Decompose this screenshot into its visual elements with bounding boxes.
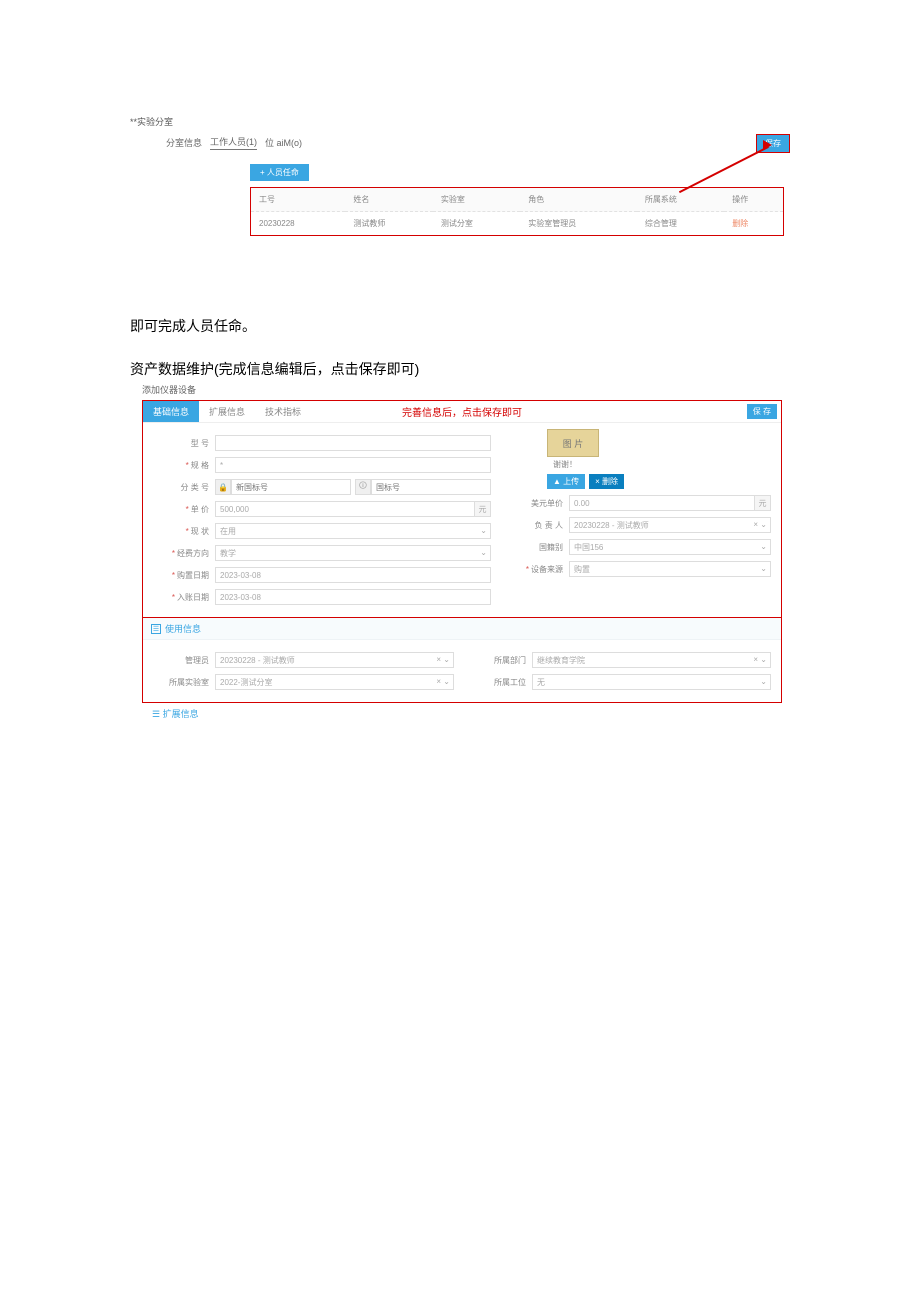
label-indate: 入账日期 xyxy=(153,592,209,603)
catno-old-input[interactable] xyxy=(371,479,491,495)
delete-link[interactable]: 删除 xyxy=(732,219,748,228)
cell-name: 测试教师 xyxy=(345,212,432,236)
model-input[interactable] xyxy=(215,435,491,451)
ext-section-header: ☰ 扩展信息 xyxy=(142,703,790,724)
country-select[interactable] xyxy=(569,539,771,555)
site-select[interactable] xyxy=(532,674,771,690)
spec-input[interactable] xyxy=(215,457,491,473)
tab-bim[interactable]: 位 aiM(o) xyxy=(265,136,302,149)
label-owner: 负 责 人 xyxy=(507,520,563,531)
info-icon: 🛈 xyxy=(355,479,371,495)
buydate-input[interactable] xyxy=(215,567,491,583)
unit-yuan: 元 xyxy=(475,501,491,517)
label-dept: 所属部门 xyxy=(470,655,526,666)
source-select[interactable] xyxy=(569,561,771,577)
label-catno: 分 类 号 xyxy=(153,482,209,493)
use-section-title: 使用信息 xyxy=(165,622,201,635)
tab-workers[interactable]: 工作人员(1) xyxy=(210,134,257,150)
col-role: 角色 xyxy=(520,188,637,212)
lock-icon: 🔒 xyxy=(215,479,231,495)
body-text-2: 资产数据维护(完成信息编辑后，点击保存即可) xyxy=(130,359,790,379)
breadcrumb: 添加仪器设备 xyxy=(142,383,790,396)
table-header-row: 工号 姓名 实验室 角色 所属系统 操作 xyxy=(251,188,784,212)
body-text-1: 即可完成人员任命。 xyxy=(130,314,790,339)
save-button[interactable]: 保存 xyxy=(757,135,789,152)
save-hint: 完善信息后，点击保存即可 xyxy=(402,404,522,419)
label-price: 单 价 xyxy=(153,504,209,515)
label-country: 国籍别 xyxy=(507,542,563,553)
label-spec: 规 格 xyxy=(153,460,209,471)
label-site: 所属工位 xyxy=(470,677,526,688)
use-section-header: ☰ 使用信息 xyxy=(143,617,781,640)
usd-input[interactable] xyxy=(569,495,755,511)
label-buydate: 购置日期 xyxy=(153,570,209,581)
tab-tech[interactable]: 技术指标 xyxy=(255,401,311,422)
label-usd: 美元单价 xyxy=(507,498,563,509)
col-system: 所属系统 xyxy=(637,188,724,212)
tab-room-info[interactable]: 分室信息 xyxy=(166,136,202,149)
label-manager: 管理员 xyxy=(153,655,209,666)
status-select[interactable] xyxy=(215,523,491,539)
col-name: 姓名 xyxy=(345,188,432,212)
funding-select[interactable] xyxy=(215,545,491,561)
manager-select[interactable] xyxy=(215,652,454,668)
remove-image-button[interactable]: × 删除 xyxy=(589,474,624,489)
price-input[interactable] xyxy=(215,501,475,517)
label-model: 型 号 xyxy=(153,438,209,449)
label-funding: 经费方向 xyxy=(153,548,209,559)
panel-title: **实验分室 xyxy=(130,115,790,128)
image-placeholder: 图 片 xyxy=(547,429,599,457)
tab-extended[interactable]: 扩展信息 xyxy=(199,401,255,422)
add-person-button[interactable]: + 人员任命 xyxy=(250,164,309,181)
use-lab-select[interactable] xyxy=(215,674,454,690)
table-row: 20230228 测试教师 测试分室 实验室管理员 综合管理 删除 xyxy=(251,212,784,236)
catno-new-input[interactable] xyxy=(231,479,351,495)
list-icon: ☰ xyxy=(151,624,161,634)
form-save-button[interactable]: 保 存 xyxy=(747,404,777,419)
label-source: 设备来源 xyxy=(507,564,563,575)
indate-input[interactable] xyxy=(215,589,491,605)
col-id: 工号 xyxy=(251,188,346,212)
image-caption: 谢谢！ xyxy=(553,459,771,470)
personnel-table: 工号 姓名 实验室 角色 所属系统 操作 20230228 测试教师 测试分室 … xyxy=(250,187,784,236)
owner-select[interactable] xyxy=(569,517,771,533)
cell-sys: 综合管理 xyxy=(637,212,724,236)
dept-select[interactable] xyxy=(532,652,771,668)
col-action: 操作 xyxy=(724,188,783,212)
cell-id: 20230228 xyxy=(251,212,346,236)
tab-basic[interactable]: 基础信息 xyxy=(143,401,199,422)
unit-yuan: 元 xyxy=(755,495,771,511)
label-status: 现 状 xyxy=(153,526,209,537)
col-lab: 实验室 xyxy=(433,188,520,212)
label-use-lab: 所属实验室 xyxy=(153,677,209,688)
cell-role: 实验室管理员 xyxy=(520,212,637,236)
cell-lab: 测试分室 xyxy=(433,212,520,236)
upload-button[interactable]: ▲ 上传 xyxy=(547,474,585,489)
